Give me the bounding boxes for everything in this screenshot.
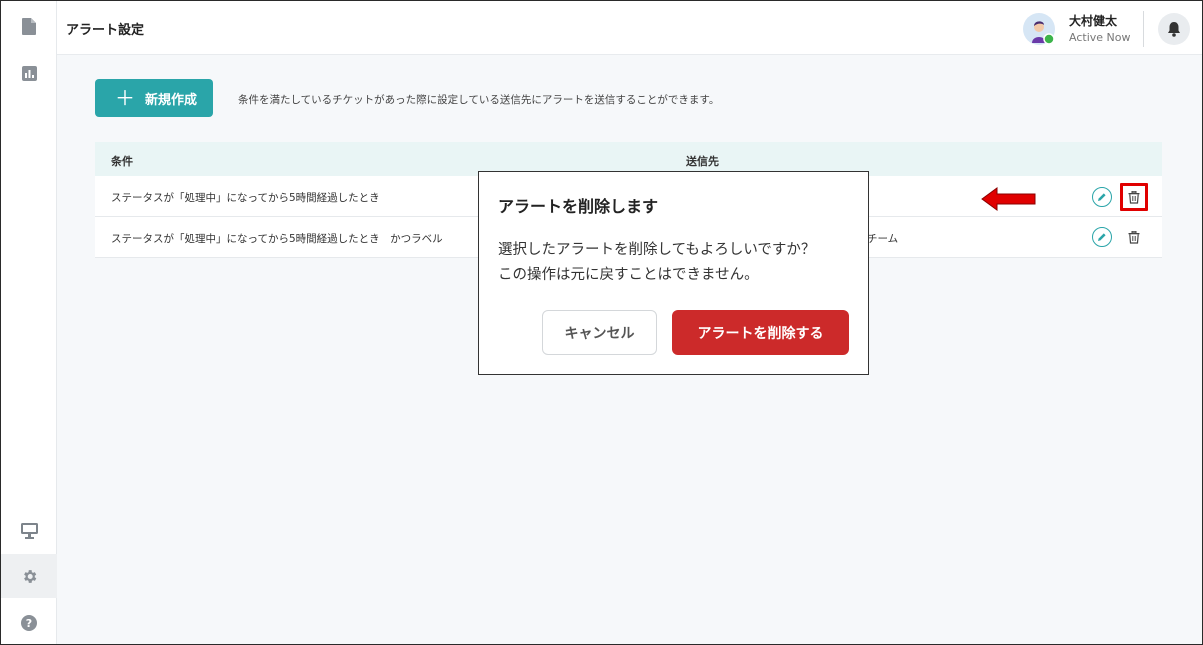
app-window: ? アラート設定 大村健太 Active Now ＋ 新規作成 条件を満たしてい… bbox=[0, 0, 1203, 645]
dialog-message-line: 選択したアラートを削除してもよろしいですか？ bbox=[498, 242, 816, 258]
sidebar: ? bbox=[1, 1, 57, 644]
plus-icon: ＋ bbox=[115, 86, 135, 110]
annotation-highlight-box bbox=[1120, 183, 1148, 211]
confirm-delete-button[interactable]: アラートを削除する bbox=[672, 310, 849, 355]
page-title: アラート設定 bbox=[66, 23, 145, 38]
dialog-message-line: この操作は元に戻すことはできません。 bbox=[498, 267, 759, 283]
notification-button[interactable] bbox=[1158, 13, 1190, 45]
sidebar-item-settings[interactable] bbox=[1, 554, 57, 598]
page-description: 条件を満たしているチケットがあった際に設定している送信先にアラートを送信すること… bbox=[238, 94, 720, 106]
document-icon[interactable] bbox=[19, 16, 39, 36]
edit-button[interactable] bbox=[1092, 187, 1112, 207]
row-condition: ステータスが「処理中」になってから5時間経過したとき かつラベル bbox=[111, 233, 443, 245]
pencil-icon bbox=[1098, 233, 1106, 241]
dialog-message: 選択したアラートを削除してもよろしいですか？ この操作は元に戻すことはできません… bbox=[498, 238, 858, 288]
header-divider bbox=[1143, 11, 1144, 47]
delete-confirm-dialog: アラートを削除します 選択したアラートを削除してもよろしいですか？ この操作は元… bbox=[478, 171, 869, 375]
svg-text:?: ? bbox=[26, 617, 32, 630]
dialog-title: アラートを削除します bbox=[498, 197, 659, 216]
column-header-condition: 条件 bbox=[111, 155, 133, 168]
gear-icon bbox=[19, 566, 39, 586]
chart-icon[interactable] bbox=[19, 63, 39, 83]
monitor-icon[interactable] bbox=[19, 521, 39, 541]
row-condition: ステータスが「処理中」になってから5時間経過したとき bbox=[111, 192, 380, 204]
column-header-destination: 送信先 bbox=[686, 155, 719, 168]
avatar[interactable] bbox=[1023, 13, 1055, 45]
edit-button[interactable] bbox=[1092, 227, 1112, 247]
new-alert-button[interactable]: ＋ 新規作成 bbox=[95, 79, 213, 117]
row-destination: チーム bbox=[867, 233, 899, 245]
user-status: Active Now bbox=[1069, 31, 1131, 44]
bell-icon bbox=[1168, 21, 1180, 37]
pencil-icon bbox=[1098, 193, 1106, 201]
delete-button[interactable] bbox=[1124, 227, 1144, 247]
trash-icon bbox=[1128, 230, 1140, 244]
new-alert-label: 新規作成 bbox=[145, 92, 198, 108]
top-header: アラート設定 大村健太 Active Now bbox=[57, 1, 1202, 55]
user-name: 大村健太 bbox=[1069, 14, 1118, 28]
annotation-arrow-icon bbox=[981, 187, 1036, 211]
cancel-button[interactable]: キャンセル bbox=[542, 310, 657, 355]
help-icon[interactable]: ? bbox=[19, 613, 39, 633]
